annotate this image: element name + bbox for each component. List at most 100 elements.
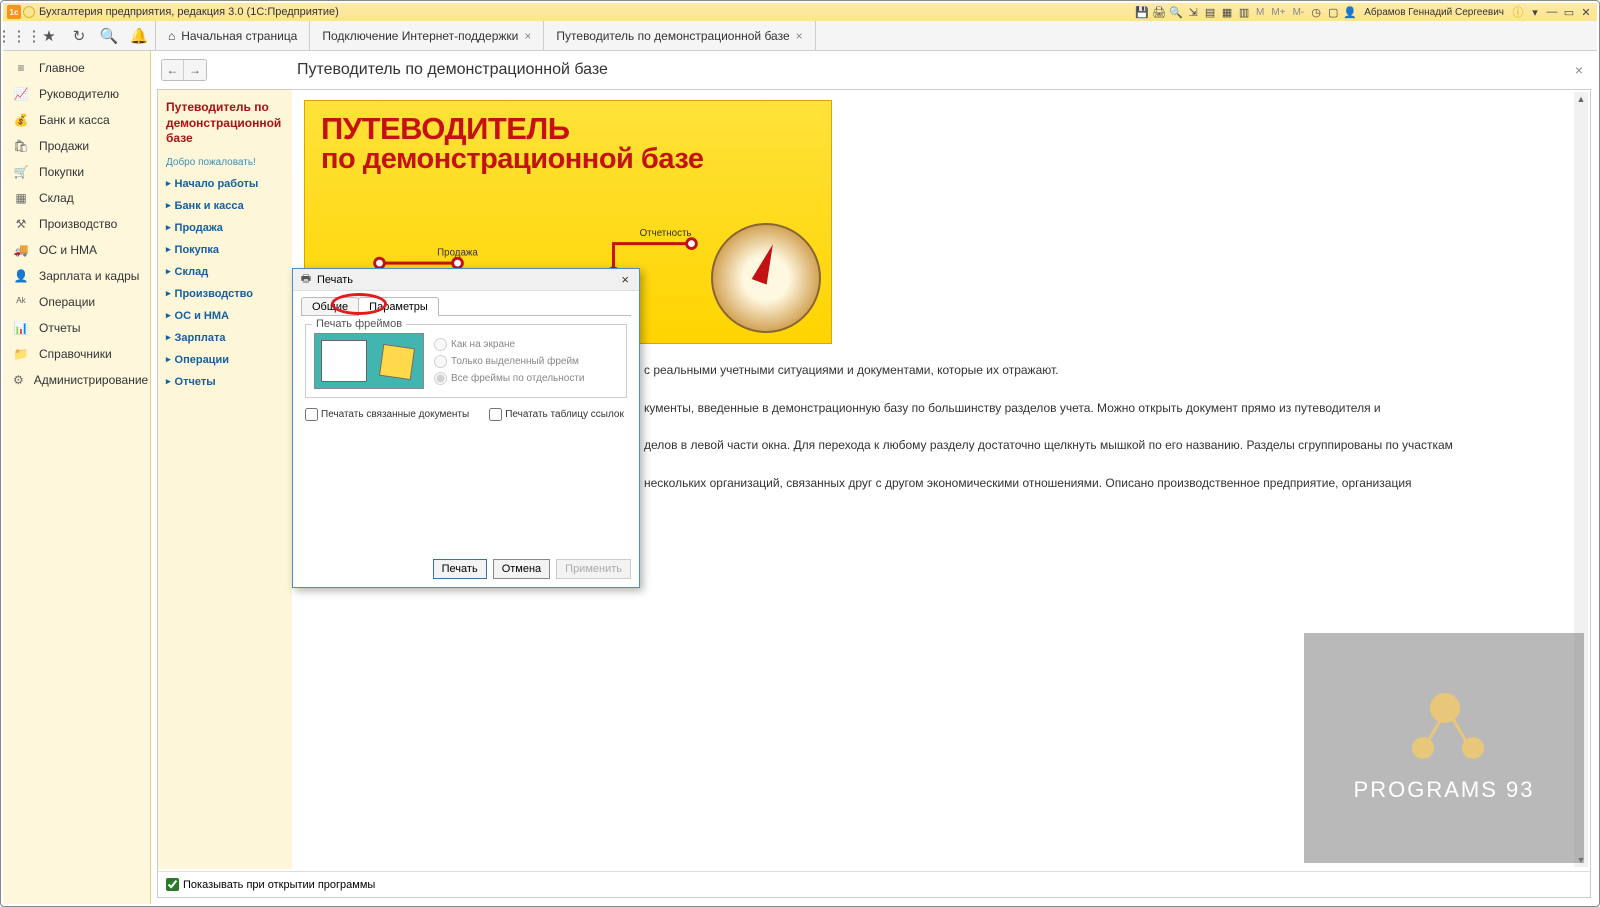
history-icon[interactable]: ↻ — [67, 24, 91, 48]
nav-forward-button[interactable]: → — [184, 60, 206, 80]
sidebar-item-main[interactable]: ≡Главное — [3, 55, 150, 81]
chk-linked-docs[interactable]: Печатать связанные документы — [305, 408, 469, 421]
sidebar-item-warehouse[interactable]: ▦Склад — [3, 185, 150, 211]
sidebar-item-purchases[interactable]: 🛒Покупки — [3, 159, 150, 185]
guide-link-warehouse[interactable]: Склад — [166, 266, 284, 278]
m-label[interactable]: M — [1254, 7, 1266, 18]
dialog-tab-params[interactable]: Параметры — [358, 297, 439, 316]
tab-label: Путеводитель по демонстрационной базе — [556, 29, 789, 43]
sidebar-label: Отчеты — [39, 321, 80, 335]
calc-icon[interactable]: ▥ — [1237, 5, 1251, 19]
watermark-logo-icon — [1404, 693, 1484, 763]
watermark: PROGRAMS 93 — [1304, 633, 1584, 863]
guide-link-sale[interactable]: Продажа — [166, 222, 284, 234]
apply-button[interactable]: Применить — [556, 559, 631, 579]
guide-link-production[interactable]: Производство — [166, 288, 284, 300]
m-minus-label[interactable]: M- — [1291, 7, 1307, 18]
chart-icon: 📈 — [13, 87, 29, 101]
sidebar-label: Склад — [39, 191, 74, 205]
tab-internet-support[interactable]: Подключение Интернет-поддержки × — [310, 21, 544, 50]
guide-link-start[interactable]: Начало работы — [166, 178, 284, 190]
ops-icon: ᴬᵏ — [13, 295, 29, 309]
truck-icon: 🚚 — [13, 243, 29, 257]
printer-icon: 🖶 — [299, 273, 313, 287]
sidebar-item-refs[interactable]: 📁Справочники — [3, 341, 150, 367]
guide-link-assets[interactable]: ОС и НМА — [166, 310, 284, 322]
window-icon[interactable]: ▢ — [1326, 5, 1340, 19]
compass-icon — [711, 223, 821, 333]
guide-link-salary[interactable]: Зарплата — [166, 332, 284, 344]
print-button[interactable]: Печать — [433, 559, 487, 579]
preview-icon[interactable]: 🔍 — [1169, 5, 1183, 19]
sidebar-item-salary[interactable]: 👤Зарплата и кадры — [3, 263, 150, 289]
bottom-bar: Показывать при открытии программы — [158, 871, 1590, 897]
sidebar-label: Операции — [39, 295, 95, 309]
dialog-close-button[interactable]: × — [617, 272, 633, 287]
tab-close-icon[interactable]: × — [524, 29, 531, 43]
dialog-title: Печать — [317, 274, 353, 286]
navrow: ⋮⋮⋮ ★ ↻ 🔍 🔔 ⌂ Начальная страница Подключ… — [3, 21, 1597, 51]
gear-icon: ⚙ — [13, 373, 24, 387]
sidebar-item-assets[interactable]: 🚚ОС и НМА — [3, 237, 150, 263]
user-name[interactable]: Абрамов Геннадий Сергеевич — [1364, 7, 1504, 18]
tab-guide[interactable]: Путеводитель по демонстрационной базе × — [544, 21, 815, 50]
chk-link-table[interactable]: Печатать таблицу ссылок — [489, 408, 624, 421]
sidebar-label: Зарплата и кадры — [39, 269, 139, 283]
search-icon[interactable]: 🔍 — [97, 24, 121, 48]
save-icon[interactable]: 💾 — [1135, 5, 1149, 19]
sidebar-item-reports[interactable]: 📊Отчеты — [3, 315, 150, 341]
guide-link-operations[interactable]: Операции — [166, 354, 284, 366]
tab-label: Подключение Интернет-поддержки — [322, 29, 518, 43]
radio-all-frames[interactable]: Все фреймы по отдельности — [434, 372, 585, 385]
sidebar-item-admin[interactable]: ⚙ Администрирование — [3, 367, 150, 393]
cancel-button[interactable]: Отмена — [493, 559, 550, 579]
show-on-start-label: Показывать при открытии программы — [183, 879, 375, 891]
tab-home[interactable]: ⌂ Начальная страница — [155, 21, 310, 50]
apps-icon[interactable]: ⋮⋮⋮ — [7, 24, 31, 48]
watermark-text: PROGRAMS 93 — [1354, 777, 1535, 803]
sidebar-label: Продажи — [39, 139, 89, 153]
favorite-icon[interactable]: ★ — [37, 24, 61, 48]
home-icon: ⌂ — [168, 29, 175, 43]
m-plus-label[interactable]: M+ — [1269, 7, 1287, 18]
info-icon[interactable]: ⓘ — [1511, 5, 1525, 19]
titlebar-dropdown-icon[interactable] — [23, 6, 35, 18]
frames-fieldset: Печать фреймов Как на экране Только выде… — [305, 324, 627, 398]
calendar-icon[interactable]: ▦ — [1220, 5, 1234, 19]
clock-icon[interactable]: ◷ — [1309, 5, 1323, 19]
nav-back-button[interactable]: ← — [162, 60, 184, 80]
guide-link-bank[interactable]: Банк и касса — [166, 200, 284, 212]
bell-icon[interactable]: 🔔 — [127, 24, 151, 48]
user-icon: 👤 — [1343, 5, 1357, 19]
dropdown-icon[interactable]: ▾ — [1528, 5, 1542, 19]
show-on-start-checkbox[interactable] — [166, 878, 179, 891]
dialog-titlebar[interactable]: 🖶 Печать × — [293, 269, 639, 291]
sidebar-item-sales[interactable]: 🛍Продажи — [3, 133, 150, 159]
dialog-tab-general[interactable]: Общие — [301, 297, 359, 316]
compare-icon[interactable]: ⇲ — [1186, 5, 1200, 19]
print-dialog: 🖶 Печать × Общие Параметры Печать фреймо… — [292, 268, 640, 588]
guide-link-purchase[interactable]: Покупка — [166, 244, 284, 256]
app-logo-icon: 1c — [7, 5, 21, 19]
sidebar-label: Администрирование — [34, 373, 148, 387]
radio-as-screen[interactable]: Как на экране — [434, 338, 585, 351]
tab-close-icon[interactable]: × — [796, 29, 803, 43]
sidebar-item-operations[interactable]: ᴬᵏ Операции — [3, 289, 150, 315]
radio-selected-frame[interactable]: Только выделенный фрейм — [434, 355, 585, 368]
maximize-icon[interactable]: ▭ — [1562, 5, 1576, 19]
svg-text:Отчетность: Отчетность — [640, 228, 692, 239]
guide-link-reports[interactable]: Отчеты — [166, 376, 284, 388]
close-window-icon[interactable]: ✕ — [1579, 5, 1593, 19]
banner-subtitle: по демонстрационной базе — [305, 144, 831, 176]
doc-icon[interactable]: ▤ — [1203, 5, 1217, 19]
minimize-icon[interactable]: — — [1545, 5, 1559, 19]
sidebar-item-bank[interactable]: 💰Банк и касса — [3, 107, 150, 133]
scroll-up-icon[interactable]: ▲ — [1574, 92, 1588, 106]
sidebar-item-manager[interactable]: 📈Руководителю — [3, 81, 150, 107]
sidebar-item-production[interactable]: ⚒Производство — [3, 211, 150, 237]
print-icon[interactable]: 🖨 — [1152, 5, 1166, 19]
page-close-button[interactable]: × — [1571, 62, 1587, 78]
cart-icon: 🛒 — [13, 165, 29, 179]
folder-icon: 📁 — [13, 347, 29, 361]
menu-icon: ≡ — [13, 61, 29, 75]
